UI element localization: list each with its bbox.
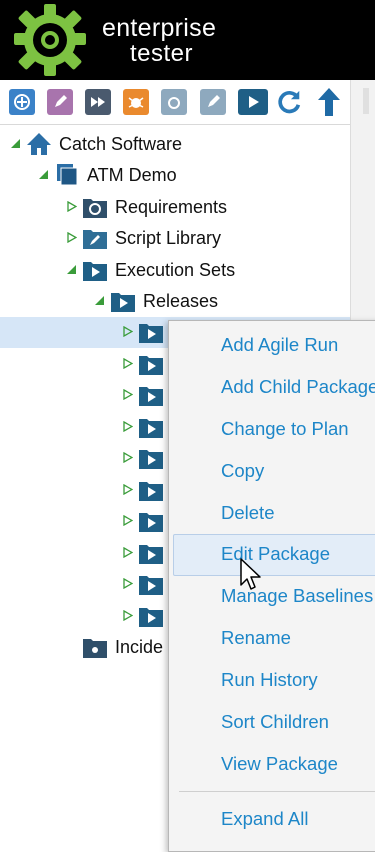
menu-item-sort-children[interactable]: Sort Children	[173, 702, 375, 742]
execution-folder-icon	[139, 450, 163, 469]
mouse-pointer-icon	[240, 558, 261, 590]
add-run-icon[interactable]	[9, 89, 35, 115]
menu-item-change-to-plan[interactable]: Change to Plan	[173, 409, 375, 449]
menu-separator	[179, 791, 375, 792]
tree-label: Script Library	[115, 228, 222, 248]
menu-item-label: Edit Package	[221, 543, 331, 564]
collapse-icon[interactable]	[38, 169, 49, 180]
expand-icon[interactable]	[122, 610, 133, 621]
execution-folder-icon	[139, 356, 163, 375]
tree-label: Requirements	[115, 197, 228, 217]
expand-icon[interactable]	[122, 578, 133, 589]
toolbar	[0, 80, 350, 125]
menu-item-label: Delete	[221, 502, 275, 523]
app-header: enterprise tester	[0, 0, 375, 80]
menu-item-add-agile-run[interactable]: Add Agile Run	[173, 325, 375, 365]
incidents-folder-icon	[83, 639, 107, 658]
execution-folder-icon	[139, 387, 163, 406]
expand-icon[interactable]	[122, 326, 133, 337]
execution-folder-icon	[111, 293, 135, 312]
menu-item-rename[interactable]: Rename	[173, 618, 375, 658]
expand-icon[interactable]	[122, 358, 133, 369]
execution-folder-icon	[139, 576, 163, 595]
tree-label: Catch Software	[59, 134, 183, 154]
expand-icon[interactable]	[122, 452, 133, 463]
edit-script-icon[interactable]	[47, 89, 73, 115]
brand-title-line1: enterprise	[102, 14, 217, 42]
move-up-icon[interactable]	[316, 88, 342, 116]
tree-node-script-library[interactable]: Script Library	[0, 223, 350, 254]
menu-item-manage-baselines[interactable]: Manage Baselines	[173, 576, 375, 616]
menu-item-copy[interactable]: Copy	[173, 451, 375, 491]
menu-item-add-child-package[interactable]: Add Child Package	[173, 367, 375, 407]
enterprise-tester-logo-icon	[14, 4, 86, 76]
expand-icon[interactable]	[122, 389, 133, 400]
menu-item-label: Add Agile Run	[221, 334, 339, 355]
execution-folder-icon	[83, 262, 107, 281]
menu-item-delete[interactable]: Delete	[173, 493, 375, 533]
project-icon	[57, 164, 78, 186]
collapse-icon[interactable]	[10, 138, 21, 149]
tree-label: Incide	[115, 637, 164, 657]
execution-folder-icon	[139, 608, 163, 627]
expand-icon[interactable]	[122, 421, 133, 432]
new-requirement-icon[interactable]	[161, 89, 187, 115]
execution-folder-icon	[139, 513, 163, 532]
menu-item-label: Expand All	[221, 808, 309, 829]
new-script-icon[interactable]	[200, 89, 226, 115]
expand-icon[interactable]	[66, 201, 77, 212]
tree-node-atm-demo[interactable]: ATM Demo	[0, 160, 350, 191]
tree-label: ATM Demo	[87, 165, 177, 185]
refresh-icon[interactable]	[277, 89, 303, 115]
execution-folder-icon	[139, 324, 163, 343]
menu-item-label: Add Child Package	[221, 376, 375, 397]
expand-icon[interactable]	[66, 232, 77, 243]
requirements-folder-icon	[83, 199, 107, 218]
menu-item-label: Change to Plan	[221, 418, 349, 439]
menu-item-edit-package[interactable]: Edit Package	[173, 534, 375, 576]
tree-node-releases[interactable]: Releases	[0, 286, 350, 317]
tree-node-execution-sets[interactable]: Execution Sets	[0, 255, 350, 286]
menu-item-label: Copy	[221, 460, 265, 481]
expand-icon[interactable]	[122, 547, 133, 558]
tree-label: Execution Sets	[115, 260, 236, 280]
menu-item-run-history[interactable]: Run History	[173, 660, 375, 700]
execution-folder-icon	[139, 545, 163, 564]
context-menu: Add Agile Run Add Child Package Change t…	[168, 320, 375, 852]
execution-folder-icon	[139, 419, 163, 438]
tree-node-catch-software[interactable]: Catch Software	[0, 129, 350, 160]
tree-label: Releases	[143, 291, 219, 311]
menu-item-label: Sort Children	[221, 711, 329, 732]
execution-folder-icon	[139, 482, 163, 501]
tree-node-requirements[interactable]: Requirements	[0, 192, 350, 223]
incident-icon[interactable]	[123, 89, 149, 115]
home-icon	[27, 133, 51, 155]
menu-item-view-package[interactable]: View Package	[173, 744, 375, 784]
menu-item-expand-all[interactable]: Expand All	[173, 799, 375, 839]
splitter-grip[interactable]	[363, 88, 369, 114]
menu-item-label: Run History	[221, 669, 318, 690]
script-library-folder-icon	[83, 230, 107, 249]
expand-icon[interactable]	[122, 484, 133, 495]
new-execution-set-icon[interactable]	[238, 89, 268, 115]
fast-forward-icon[interactable]	[85, 89, 111, 115]
brand-title-line2: tester	[130, 40, 194, 67]
expand-icon[interactable]	[122, 515, 133, 526]
menu-item-label: Rename	[221, 627, 291, 648]
collapse-icon[interactable]	[66, 264, 77, 275]
menu-item-label: View Package	[221, 753, 338, 774]
collapse-icon[interactable]	[94, 295, 105, 306]
